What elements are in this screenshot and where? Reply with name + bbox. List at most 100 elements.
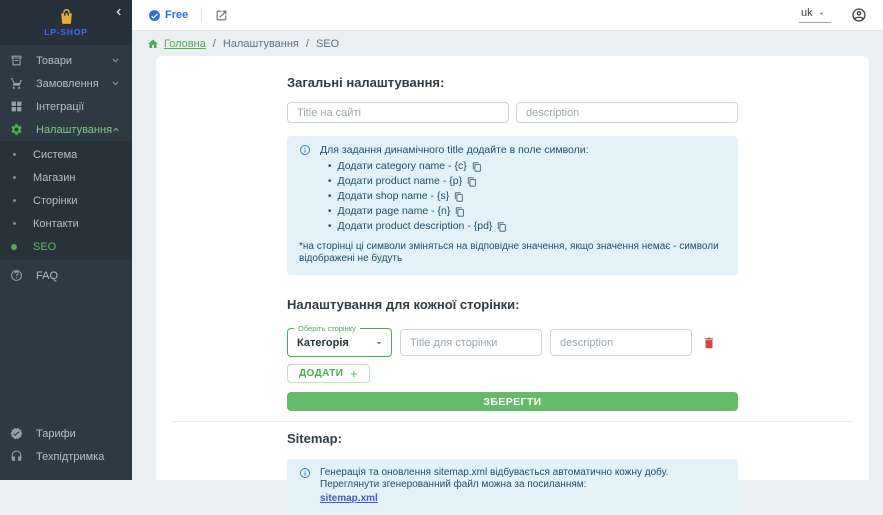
breadcrumb-separator: /	[213, 38, 216, 50]
submenu-item-label: Сторінки	[33, 195, 78, 207]
sidebar-item-system[interactable]: Система	[0, 143, 132, 166]
breadcrumb: Головна / Налаштування / SEO	[132, 31, 883, 56]
dynamic-title-hint-alert: Для задання динамічного title додайте в …	[287, 136, 738, 275]
hint-item-text: Додати product name - {p}	[338, 176, 463, 187]
products-icon	[10, 54, 23, 67]
submenu-item-label: SEO	[33, 241, 56, 253]
copy-icon[interactable]	[472, 162, 482, 172]
check-circle-icon	[148, 9, 161, 22]
page-select[interactable]: Оберіть сторінку Категорія	[287, 328, 392, 357]
bullet-icon	[13, 199, 16, 202]
page-title-input[interactable]	[400, 329, 542, 356]
sidebar-item-label: Замовлення	[36, 78, 111, 90]
caret-down-icon	[817, 9, 826, 18]
breadcrumb-separator: /	[306, 38, 309, 50]
sitemap-heading: Sitemap:	[287, 431, 738, 446]
sidebar-item-label: FAQ	[36, 270, 122, 282]
sitemap-text: Генерація та оновлення sitemap.xml відбу…	[320, 467, 668, 490]
plan-badge-label: Free	[165, 9, 188, 21]
account-icon[interactable]	[851, 7, 867, 23]
sidebar: LP-SHOP Товари Замовлення	[0, 0, 132, 480]
seo-settings-content: Загальні налаштування: Для задання динам…	[287, 56, 738, 515]
per-page-controls-row: Оберіть сторінку Категорія	[287, 328, 738, 357]
breadcrumb-home-link[interactable]: Головна	[147, 38, 206, 50]
main-card: Загальні налаштування: Для задання динам…	[156, 56, 869, 480]
copy-icon[interactable]	[454, 192, 464, 202]
sidebar-item-label: Товари	[36, 55, 111, 67]
shopping-bag-logo-icon	[58, 8, 75, 25]
copy-icon[interactable]	[455, 207, 465, 217]
save-button[interactable]: ЗБЕРЕГТИ	[287, 392, 738, 411]
hint-list-item: Додати category name - {c}	[328, 161, 726, 172]
submenu-item-label: Контакти	[33, 218, 79, 230]
hint-item-text: Додати shop name - {s}	[338, 191, 450, 202]
cart-icon	[10, 77, 23, 90]
hint-list-item: Додати product description - {pd}	[328, 221, 726, 232]
sidebar-spacer	[0, 287, 132, 422]
chevron-down-icon	[111, 56, 120, 65]
sidebar-item-orders[interactable]: Замовлення	[0, 72, 132, 95]
headset-icon	[10, 450, 23, 463]
sidebar-item-pages[interactable]: Сторінки	[0, 189, 132, 212]
breadcrumb-current: SEO	[316, 38, 339, 50]
sidebar-nav: Товари Замовлення Інтеграції Налаштув	[0, 45, 132, 287]
language-value: uk	[801, 7, 813, 19]
add-button-label: ДОДАТИ	[299, 368, 343, 379]
breadcrumb-home-label: Головна	[164, 38, 206, 50]
chevron-down-icon	[111, 79, 120, 88]
hint-list: Додати category name - {c} Додати produc…	[299, 161, 726, 232]
plus-icon: +	[350, 367, 357, 381]
gear-icon	[10, 123, 23, 136]
plan-badge[interactable]: Free	[148, 9, 188, 22]
sidebar-item-seo[interactable]: SEO	[0, 235, 132, 258]
open-site-icon[interactable]	[215, 9, 228, 22]
question-circle-icon	[10, 269, 23, 282]
sidebar-item-label: Інтеграції	[36, 101, 122, 113]
sidebar-item-settings[interactable]: Налаштування	[0, 118, 132, 141]
delete-page-setting-button[interactable]	[702, 336, 716, 350]
hint-item-text: Додати category name - {c}	[338, 161, 467, 172]
submenu-item-label: Магазин	[33, 172, 75, 184]
caret-down-icon	[374, 338, 384, 348]
hint-item-text: Додати page name - {n}	[338, 206, 451, 217]
hint-list-item: Додати shop name - {s}	[328, 191, 726, 202]
active-dot-icon	[11, 244, 17, 250]
hint-list-item: Додати page name - {n}	[328, 206, 726, 217]
trash-icon	[702, 336, 716, 350]
hint-intro-text: Для задання динамічного title додайте в …	[320, 144, 589, 157]
page-select-value: Категорія	[297, 337, 374, 349]
hint-item-text: Додати product description - {pd}	[338, 221, 493, 232]
submenu-item-label: Система	[33, 149, 77, 161]
sidebar-item-products[interactable]: Товари	[0, 49, 132, 72]
sidebar-item-integrations[interactable]: Інтеграції	[0, 95, 132, 118]
hint-footnote: *на сторінці ці символи зміняться на від…	[299, 241, 726, 265]
copy-icon[interactable]	[497, 222, 507, 232]
chevron-up-icon	[112, 125, 120, 134]
sidebar-item-support[interactable]: Техпідтримка	[0, 445, 132, 468]
grid-icon	[10, 100, 23, 113]
sitemap-link[interactable]: sitemap.xml	[320, 493, 726, 505]
site-title-input[interactable]	[287, 102, 509, 123]
sidebar-item-label: Налаштування	[36, 124, 112, 136]
language-select[interactable]: uk	[799, 7, 831, 23]
page-select-label: Оберіть сторінку	[294, 324, 360, 333]
page-description-input[interactable]	[550, 329, 692, 356]
sidebar-bottom: Тарифи Техпідтримка	[0, 422, 132, 480]
sidebar-item-contacts[interactable]: Контакти	[0, 212, 132, 235]
info-icon	[299, 467, 311, 479]
header-right: uk	[799, 7, 867, 23]
breadcrumb-section[interactable]: Налаштування	[223, 38, 299, 50]
sidebar-item-label: Техпідтримка	[36, 451, 122, 463]
general-settings-heading: Загальні налаштування:	[287, 75, 738, 90]
sidebar-item-faq[interactable]: FAQ	[0, 264, 132, 287]
site-description-input[interactable]	[516, 102, 738, 123]
logo[interactable]: LP-SHOP	[0, 0, 132, 45]
collapse-sidebar-icon[interactable]	[114, 7, 124, 17]
top-header: Free uk	[132, 0, 883, 31]
add-page-setting-button[interactable]: ДОДАТИ +	[287, 364, 370, 383]
bullet-icon	[13, 153, 16, 156]
sitemap-info-alert: Генерація та оновлення sitemap.xml відбу…	[287, 459, 738, 515]
copy-icon[interactable]	[467, 177, 477, 187]
sidebar-item-tariffs[interactable]: Тарифи	[0, 422, 132, 445]
sidebar-item-shop[interactable]: Магазин	[0, 166, 132, 189]
